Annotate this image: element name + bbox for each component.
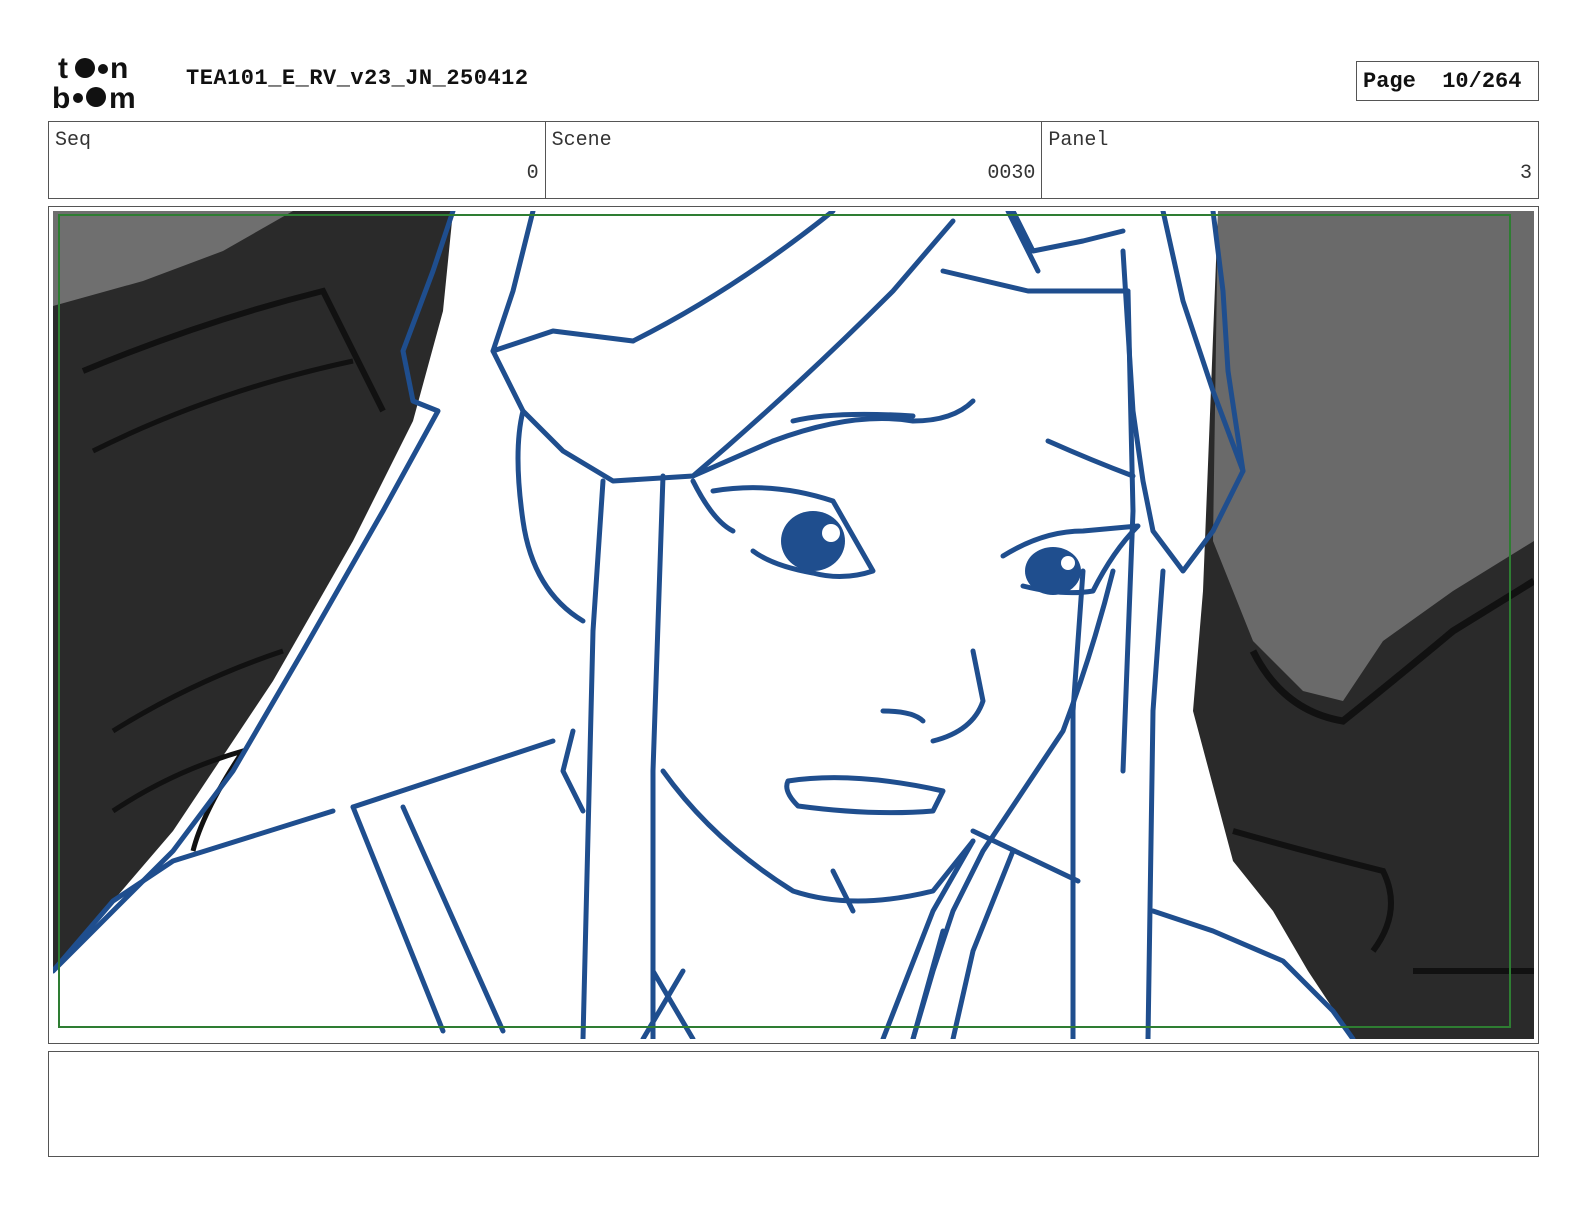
panel-label: Panel xyxy=(1048,129,1109,152)
page-label: Page xyxy=(1363,68,1416,94)
seq-value: 0 xyxy=(526,162,539,185)
storyboard-drawing xyxy=(53,211,1534,1039)
svg-text:n: n xyxy=(110,52,128,85)
panel-info-row: Seq 0 Scene 0030 Panel 3 xyxy=(48,121,1539,199)
toonboom-logo: t n b m xyxy=(52,52,136,112)
svg-text:m: m xyxy=(109,82,136,112)
page-indicator: Page 10/264 xyxy=(1356,61,1539,101)
seq-label: Seq xyxy=(55,129,92,152)
svg-text:b: b xyxy=(52,82,70,112)
panel-value: 3 xyxy=(1520,162,1533,185)
scene-label: Scene xyxy=(551,129,612,152)
page-number: 10/264 xyxy=(1442,68,1522,94)
scene-value: 0030 xyxy=(987,162,1036,185)
notes-box xyxy=(48,1051,1539,1157)
svg-text:t: t xyxy=(58,52,68,85)
scene-cell: Scene 0030 xyxy=(546,122,1043,198)
storyboard-panel xyxy=(48,206,1539,1044)
document-title: TEA101_E_RV_v23_JN_250412 xyxy=(186,66,529,91)
seq-cell: Seq 0 xyxy=(49,122,546,198)
panel-cell: Panel 3 xyxy=(1042,122,1538,198)
